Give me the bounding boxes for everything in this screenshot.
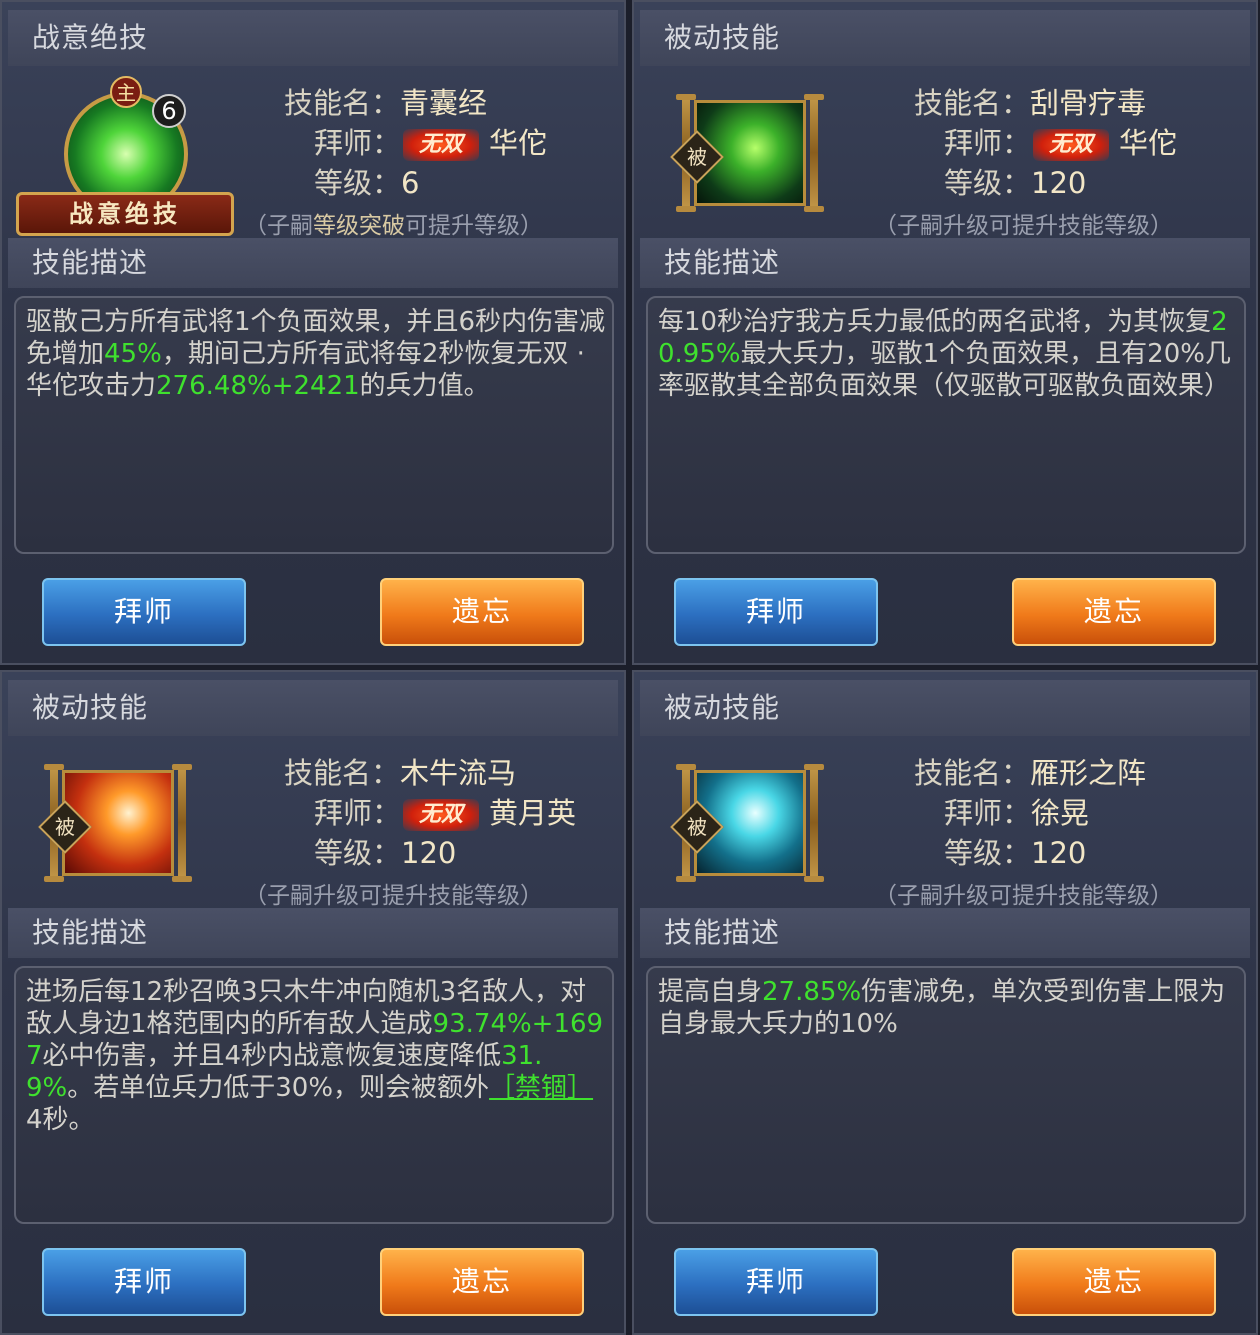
skill-panel-main: 战意绝技 主 6 战意绝技 技能名：青囊经 拜师： 无双 华佗 等级：6 （子嗣等级… bbox=[0, 0, 626, 665]
skill-level: 6 bbox=[401, 166, 420, 200]
desc-header: 技能描述 bbox=[640, 908, 1250, 958]
skill-level: 120 bbox=[1031, 166, 1087, 200]
description-box: 驱散己方所有武将1个负面效果，并且6秒内伤害减免增加45%，期间己方所有武将每2… bbox=[14, 296, 614, 554]
master-name: 华佗 bbox=[1119, 126, 1178, 160]
skill-panel-passive-3: 被动技能 被 技能名：雁形之阵 拜师：徐晃 等级：120 （子嗣升级可提升技能等… bbox=[632, 670, 1258, 1335]
forget-button[interactable]: 遗忘 bbox=[380, 578, 584, 646]
level-row: 等级：120 bbox=[944, 166, 1087, 200]
skill-level: 120 bbox=[401, 836, 457, 870]
description-box: 提高自身27.85%伤害减免，单次受到伤害上限为自身最大兵力的10% bbox=[646, 966, 1246, 1224]
master-name: 黄月英 bbox=[489, 796, 577, 830]
skill-name: 木牛流马 bbox=[400, 756, 517, 790]
learn-button[interactable]: 拜师 bbox=[674, 1248, 878, 1316]
level-row: 等级：120 bbox=[944, 836, 1087, 870]
level-hint: （子嗣升级可提升技能等级） bbox=[874, 213, 1173, 239]
skill-icon-button[interactable]: 被 bbox=[670, 764, 824, 882]
description-box: 进场后每12秒召唤3只木牛冲向随机3名敌人，对敌人身边1格范围内的所有敌人造成9… bbox=[14, 966, 614, 1224]
learn-button[interactable]: 拜师 bbox=[674, 578, 878, 646]
level-hint: （子嗣升级可提升技能等级） bbox=[244, 883, 543, 909]
skill-name-row: 技能名：刮骨疗毒 bbox=[914, 86, 1147, 120]
learn-button[interactable]: 拜师 bbox=[42, 1248, 246, 1316]
master-row: 拜师： 无双 华佗 bbox=[944, 126, 1178, 161]
desc-header: 技能描述 bbox=[8, 908, 618, 958]
skill-panel-passive-2: 被动技能 被 技能名：木牛流马 拜师： 无双 黄月英 等级：120 （子嗣升级可提升… bbox=[0, 670, 626, 1335]
desc-header: 技能描述 bbox=[640, 238, 1250, 288]
description-box: 每10秒治疗我方兵力最低的两名武将，为其恢复20.95%最大兵力，驱散1个负面效… bbox=[646, 296, 1246, 554]
wushuang-badge-icon: 无双 bbox=[403, 799, 480, 831]
desc-header: 技能描述 bbox=[8, 238, 618, 288]
wushuang-badge-icon: 无双 bbox=[1033, 129, 1110, 161]
skill-description: 进场后每12秒召唤3只木牛冲向随机3名敌人，对敌人身边1格范围内的所有敌人造成9… bbox=[26, 977, 604, 1135]
skill-level: 120 bbox=[1031, 836, 1087, 870]
wushuang-badge-icon: 无双 bbox=[403, 129, 480, 161]
level-row: 等级：6 bbox=[314, 160, 419, 202]
master-row: 拜师：徐晃 bbox=[944, 796, 1090, 830]
panel-header: 战意绝技 bbox=[8, 10, 618, 66]
skill-description: 提高自身27.85%伤害减免，单次受到伤害上限为自身最大兵力的10% bbox=[658, 977, 1226, 1039]
skill-name-row: 技能名：木牛流马 bbox=[284, 756, 517, 790]
skill-description: 每10秒治疗我方兵力最低的两名武将，为其恢复20.95%最大兵力，驱散1个负面效… bbox=[658, 307, 1231, 401]
level-hint: （子嗣等级突破可提升等级） bbox=[244, 213, 543, 239]
learn-button[interactable]: 拜师 bbox=[42, 578, 246, 646]
panel-header: 被动技能 bbox=[8, 680, 618, 736]
panel-header: 被动技能 bbox=[640, 10, 1250, 66]
main-badge-icon: 主 bbox=[110, 76, 142, 108]
skill-icon-button[interactable]: 被 bbox=[38, 764, 192, 882]
skill-name-row: 技能名：雁形之阵 bbox=[914, 756, 1147, 790]
level-label: 等级： bbox=[314, 166, 402, 200]
panel-header: 被动技能 bbox=[640, 680, 1250, 736]
skill-description: 驱散己方所有武将1个负面效果，并且6秒内伤害减免增加45%，期间己方所有武将每2… bbox=[26, 307, 606, 401]
level-hint: （子嗣升级可提升技能等级） bbox=[874, 883, 1173, 909]
level-badge: 6 bbox=[152, 94, 186, 128]
skill-name-label: 技能名： bbox=[284, 86, 401, 120]
forget-button[interactable]: 遗忘 bbox=[1012, 1248, 1216, 1316]
skill-icon-button[interactable]: 被 bbox=[670, 94, 824, 212]
skill-name: 刮骨疗毒 bbox=[1030, 86, 1147, 120]
master-row: 拜师： 无双 黄月英 bbox=[314, 796, 577, 831]
skill-name-row: 技能名：青囊经 bbox=[284, 80, 487, 122]
forget-button[interactable]: 遗忘 bbox=[1012, 578, 1216, 646]
skill-name: 青囊经 bbox=[400, 86, 488, 120]
main-skill-emblem[interactable]: 主 6 战意绝技 bbox=[12, 72, 238, 240]
forget-button[interactable]: 遗忘 bbox=[380, 1248, 584, 1316]
level-row: 等级：120 bbox=[314, 836, 457, 870]
master-row: 拜师： 无双 华佗 bbox=[314, 120, 547, 162]
imprison-link[interactable]: ［禁锢］ bbox=[489, 1073, 593, 1103]
master-label: 拜师： bbox=[314, 126, 402, 160]
skill-type-banner: 战意绝技 bbox=[16, 192, 234, 236]
skill-name: 雁形之阵 bbox=[1030, 756, 1147, 790]
skill-panel-passive-1: 被动技能 被 技能名：刮骨疗毒 拜师： 无双 华佗 等级：120 （子嗣升级可提升技… bbox=[632, 0, 1258, 665]
master-name: 华佗 bbox=[489, 126, 548, 160]
master-name: 徐晃 bbox=[1031, 796, 1090, 830]
